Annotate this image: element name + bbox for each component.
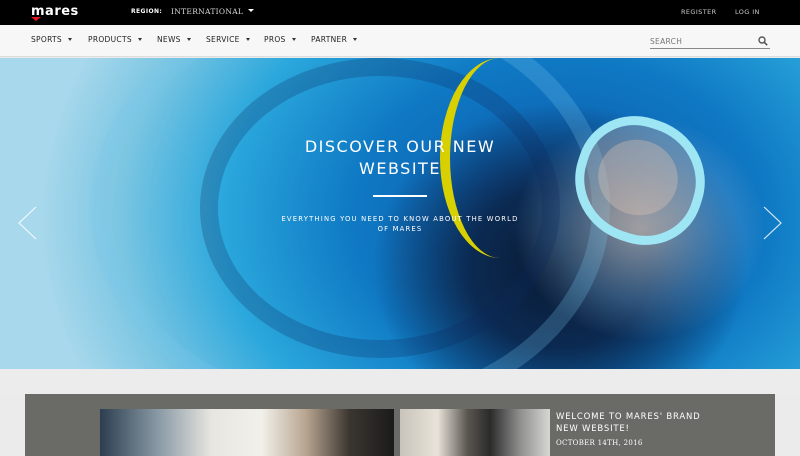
logo-text: mares	[31, 4, 79, 19]
hero-subtitle: EVERYTHING YOU NEED TO KNOW ABOUT THE WO…	[281, 215, 519, 233]
region-selector[interactable]: INTERNATIONAL	[171, 7, 255, 16]
mares-logo[interactable]: mares	[31, 4, 79, 21]
region-label: REGION:	[131, 8, 163, 15]
chevron-right-icon[interactable]	[762, 205, 784, 241]
main-nav: SPORTS PRODUCTS NEWS SERVICE PROS PARTNE…	[0, 25, 800, 57]
news-image-main[interactable]	[100, 409, 394, 456]
top-bar: mares REGION: INTERNATIONAL REGISTER LOG…	[0, 0, 800, 25]
nav-item-label: SPORTS	[31, 35, 62, 44]
hero-divider	[373, 195, 427, 197]
nav-item-label: SERVICE	[206, 35, 240, 44]
nav-item-label: NEWS	[157, 35, 181, 44]
search-icon[interactable]	[758, 36, 768, 46]
news-date: OCTOBER 14TH, 2016	[556, 439, 643, 447]
nav-item-products[interactable]: PRODUCTS	[88, 35, 142, 44]
hero-title: DISCOVER OUR NEW WEBSITE	[304, 137, 496, 178]
login-link[interactable]: LOG IN	[735, 8, 760, 16]
caret-down-icon	[68, 38, 72, 41]
register-link[interactable]: REGISTER	[681, 8, 717, 16]
caret-down-icon	[137, 38, 142, 41]
caret-down-icon	[248, 9, 255, 12]
caret-down-icon	[186, 38, 191, 41]
region-value: INTERNATIONAL	[171, 7, 244, 16]
chevron-left-icon[interactable]	[16, 205, 38, 241]
news-title-link[interactable]: WELCOME TO MARES' BRAND NEW WEBSITE!	[556, 411, 706, 435]
nav-item-label: PARTNER	[311, 35, 348, 44]
logo-mark-icon	[31, 17, 41, 21]
nav-item-pros[interactable]: PROS	[264, 35, 296, 44]
caret-down-icon	[245, 38, 250, 41]
nav-item-label: PRODUCTS	[88, 35, 132, 44]
caret-down-icon	[353, 38, 358, 41]
nav-item-label: PROS	[264, 35, 286, 44]
search-input[interactable]	[650, 35, 754, 48]
caret-down-icon	[291, 38, 296, 41]
nav-item-sports[interactable]: SPORTS	[31, 35, 72, 44]
nav-item-service[interactable]: SERVICE	[206, 35, 250, 44]
section-spacer	[0, 369, 800, 394]
nav-item-partner[interactable]: PARTNER	[311, 35, 358, 44]
nav-item-news[interactable]: NEWS	[157, 35, 191, 44]
news-image-thumb[interactable]	[400, 409, 550, 456]
search-box	[650, 35, 770, 49]
